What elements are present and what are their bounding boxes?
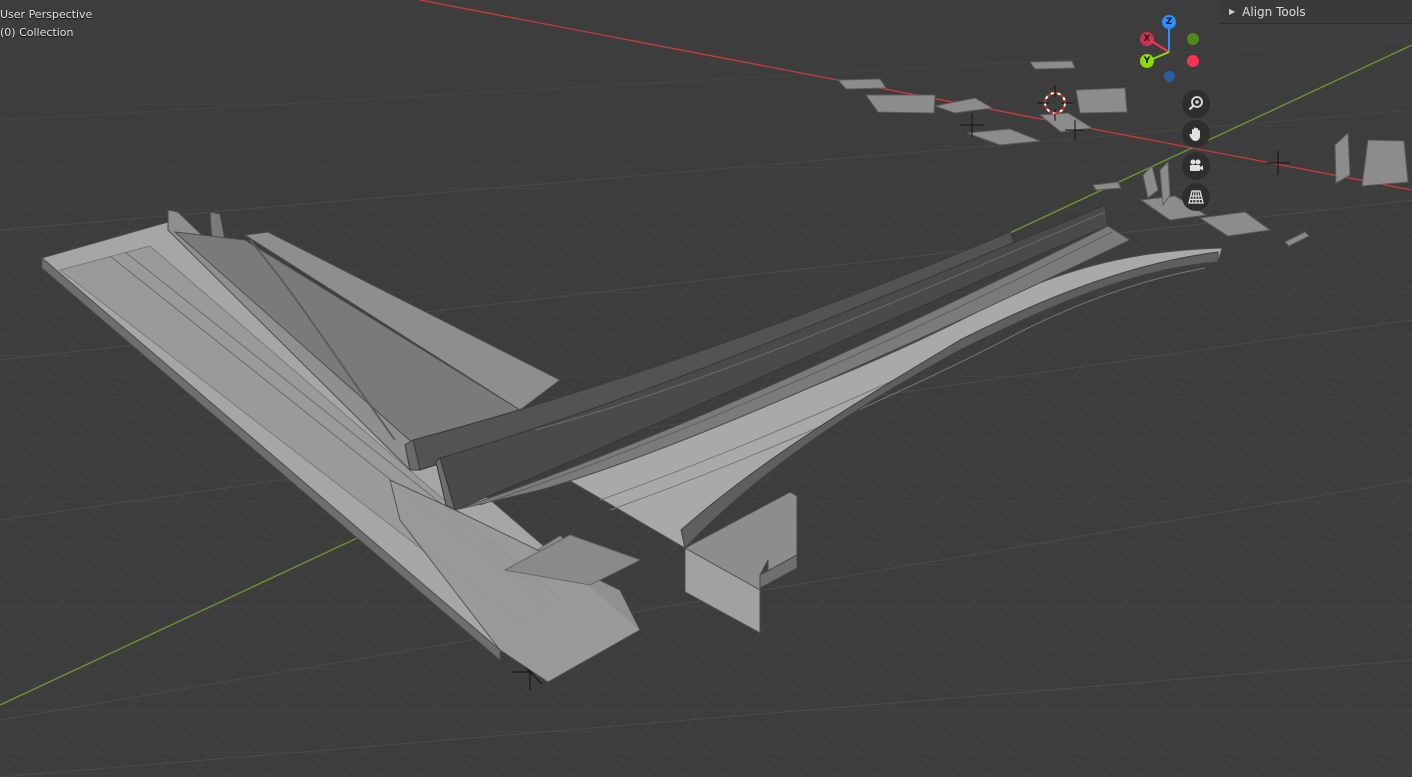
zoom-icon xyxy=(1188,96,1203,111)
orthographic-toggle-button[interactable] xyxy=(1182,183,1210,211)
gizmo-z-axis[interactable]: Z xyxy=(1162,15,1176,29)
hand-icon xyxy=(1189,127,1200,141)
expand-triangle-icon[interactable]: ▶ xyxy=(1229,7,1235,16)
gizmo-neg-y-axis[interactable] xyxy=(1187,33,1199,45)
grid-icon xyxy=(1188,190,1204,204)
navigation-gizmo[interactable]: Z X Y xyxy=(1135,12,1205,82)
view-name-label: User Perspective xyxy=(0,8,93,21)
align-tools-label: Align Tools xyxy=(1242,4,1306,19)
gizmo-neg-x-axis[interactable] xyxy=(1187,55,1199,67)
pan-button[interactable] xyxy=(1182,120,1210,148)
gizmo-x-axis[interactable]: X xyxy=(1140,32,1154,46)
camera-button[interactable] xyxy=(1182,152,1210,180)
gizmo-y-axis[interactable]: Y xyxy=(1140,54,1154,68)
camera-icon xyxy=(1190,159,1203,171)
collection-label: (0) Collection xyxy=(0,26,74,39)
align-tools-panel[interactable]: ▶ Align Tools xyxy=(1220,0,1412,24)
gizmo-neg-z-axis[interactable] xyxy=(1164,71,1175,82)
zoom-button[interactable] xyxy=(1182,90,1210,118)
